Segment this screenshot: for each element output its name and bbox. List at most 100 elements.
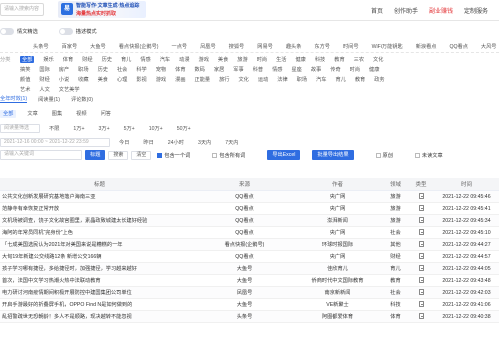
category-item[interactable]: 文艺美学 <box>59 86 80 93</box>
category-item[interactable]: 宠物 <box>156 66 166 73</box>
row-title[interactable]: 大旬19年新建公交线路12条 新增公交166辆 <box>0 253 197 260</box>
category-item[interactable]: 历史 <box>98 66 108 73</box>
category-item[interactable]: 生活 <box>276 56 286 63</box>
table-row[interactable]: 公共文化创新发展研究基地落户海南三亚 QQ看点 央广网 旅游 2021-12-22 09… <box>0 191 499 203</box>
category-item[interactable]: 职场 <box>297 76 307 83</box>
row-title[interactable]: 开启手游最好的折叠屏手机，OPPO Find N是如何做到的 <box>0 301 197 308</box>
search-input[interactable]: 请输入搜索内容 <box>0 3 44 16</box>
describe-toggle[interactable] <box>58 28 73 35</box>
table-row[interactable]: 孩子学习哪有捷径，多给捷径时，加强捷径，学习越来越好 大鱼号 佳欣育儿 育儿 2021-… <box>0 263 499 275</box>
export-excel-button[interactable]: 导出Excel <box>267 150 301 160</box>
table-row[interactable]: 大旬19年新建公交线路12条 新增公交166辆 QQ看点 央广网 财经 2021-12-… <box>0 251 499 263</box>
table-row[interactable]: 乱招警疏世无恐朝龄！多人不是顺路，现决越转不能忽视 头条号 阿图都爱体育 体育 2021… <box>0 311 499 323</box>
category-item[interactable]: 一点号 <box>172 43 188 50</box>
ad-banner[interactable]: 易 智能写作·文章生成·热点追踪 海量热点实时抓取 <box>58 1 146 18</box>
category-item[interactable]: 搜狐号 <box>229 43 245 50</box>
category-item[interactable]: 趣头条 <box>286 43 302 50</box>
category-item[interactable]: 新浪看点 <box>416 43 437 50</box>
category-item[interactable]: 文化 <box>238 76 248 83</box>
nav-side-income[interactable]: 副业赚钱 <box>429 6 453 15</box>
row-title[interactable]: 首次，法国中文学习热潮火热中法联动教育 <box>0 277 197 284</box>
date-chip[interactable]: 24小时 <box>165 139 187 147</box>
search-button[interactable]: 搜索 <box>108 150 129 160</box>
category-item[interactable]: 人文 <box>39 86 49 93</box>
nav-home[interactable]: 首页 <box>371 6 383 15</box>
category-item[interactable]: 凤凰号 <box>200 43 216 50</box>
keyword-input[interactable]: 请输入关键词 <box>0 150 82 160</box>
read-count-chip[interactable]: 50万+ <box>174 125 194 133</box>
row-title[interactable]: 公共文化创新发展研究基地落户海南三亚 <box>0 193 197 200</box>
row-title[interactable]: 海阿的年常员同机“完身份”上色 <box>0 229 197 236</box>
category-item[interactable]: 旅游 <box>237 56 247 63</box>
category-item[interactable]: 职场 <box>78 66 88 73</box>
category-item[interactable]: 科普 <box>253 66 263 73</box>
date-chip[interactable]: 昨日 <box>140 139 156 147</box>
category-item[interactable]: 传奇 <box>330 66 340 73</box>
read-count-chip[interactable]: 1万+ <box>70 125 87 133</box>
category-item[interactable]: 正能量 <box>195 76 211 83</box>
category-item[interactable]: 数码 <box>195 66 205 73</box>
category-item[interactable]: 房产 <box>59 66 69 73</box>
category-item[interactable]: 体育 <box>63 56 73 63</box>
table-row[interactable]: 开启手游最好的折叠屏手机，OPPO Find N是如何做到的 大鱼号 VE新聚士 科技… <box>0 299 499 311</box>
category-item[interactable]: 国际 <box>39 66 49 73</box>
select-toggle[interactable] <box>0 28 14 35</box>
category-item[interactable]: 心理 <box>117 76 127 83</box>
category-item[interactable]: 育儿 <box>121 56 131 63</box>
tab-2[interactable]: 评论数(0) <box>71 96 93 103</box>
row-title[interactable]: 孩子学习哪有捷径，多给捷径时，加强捷径，学习越来越好 <box>0 265 197 272</box>
category-item[interactable]: 漫画 <box>175 76 185 83</box>
row-title[interactable]: 电力研讨河南疫情期间积极开展防控中建国集团公司单位 <box>0 289 197 296</box>
nav-creator[interactable]: 创作助手 <box>394 6 418 15</box>
category-item[interactable]: 游戏 <box>199 56 209 63</box>
category-item[interactable]: 社会 <box>117 66 127 73</box>
category-item[interactable]: 育儿 <box>335 76 345 83</box>
category-item[interactable]: 游戏 <box>156 76 166 83</box>
category-item[interactable]: 汽车 <box>316 76 326 83</box>
category-item[interactable]: 小说 <box>59 76 69 83</box>
table-row[interactable]: 范静寺有幸恢复正常开放 QQ看点 央广网 旅游 2021-12-22 09:45:41 <box>0 203 499 215</box>
category-item[interactable]: 健康 <box>369 66 379 73</box>
batch-export-button[interactable]: 批量导出结果 <box>312 150 354 160</box>
date-range-input[interactable]: 2021-12-16 00:00 ~ 2021-12-22 23:59 <box>0 138 110 147</box>
contains-all-checkbox[interactable] <box>212 152 218 158</box>
tab-0[interactable]: 全年时效(1) <box>0 95 28 103</box>
category-item[interactable]: 看点快报(企鹅号) <box>119 43 159 50</box>
category-item[interactable]: 三农 <box>354 56 364 63</box>
category-item[interactable]: 娱乐 <box>43 56 53 63</box>
category-item[interactable]: 东方号 <box>314 43 330 50</box>
category-item[interactable]: 旅行 <box>219 76 229 83</box>
unread-checkbox[interactable] <box>414 152 420 158</box>
category-item[interactable]: 收藏 <box>78 76 88 83</box>
category-item[interactable]: 时尚 <box>257 56 267 63</box>
category-item[interactable]: 情感 <box>140 56 150 63</box>
clear-button[interactable]: 清空 <box>131 150 152 160</box>
title-search-button[interactable]: 标题 <box>85 150 106 160</box>
table-row[interactable]: 首次，法国中文学习热潮火热中法联动教育 大鱼号 侨商时代中文国际教育 教育 2021-1… <box>0 275 499 287</box>
category-item[interactable]: WiFi万能钥匙 <box>372 43 403 50</box>
category-item[interactable]: 故事 <box>311 66 321 73</box>
original-checkbox[interactable] <box>375 152 381 158</box>
content-type-chip[interactable]: 全部 <box>0 110 17 118</box>
category-item[interactable]: 政务 <box>374 76 384 83</box>
category-item[interactable]: 财经 <box>82 56 92 63</box>
category-item[interactable]: 颜值 <box>20 76 30 83</box>
nav-custom-service[interactable]: 定制服务 <box>464 6 488 15</box>
content-type-chip[interactable]: 文章 <box>24 110 40 118</box>
row-title[interactable]: 范静寺有幸恢复正常开放 <box>0 205 197 212</box>
category-item[interactable]: 军事 <box>233 66 243 73</box>
row-title[interactable]: 「七成美国选民认为2021年对美国来说是糟糕的一年 <box>0 241 197 248</box>
category-item[interactable]: 财经 <box>39 76 49 83</box>
read-count-chip[interactable]: 10万+ <box>146 125 166 133</box>
category-item[interactable]: 科技 <box>315 56 325 63</box>
table-row[interactable]: 海阿的年常员同机“完身份”上色 QQ看点 央广网 社会 2021-12-22 09:45… <box>0 227 499 239</box>
table-row[interactable]: 电力研讨河南疫情期间积极开展防控中建国集团公司单位 凤凰号 南京新新闻 社会 2021-… <box>0 287 499 299</box>
category-item[interactable]: 家居 <box>214 66 224 73</box>
category-item[interactable]: 美食 <box>218 56 228 63</box>
category-item[interactable]: 情感 <box>272 66 282 73</box>
tab-1[interactable]: 阅读量(1) <box>38 96 60 103</box>
category-item[interactable]: 网易号 <box>257 43 273 50</box>
category-item[interactable]: 全部 <box>20 56 35 63</box>
category-item[interactable]: 历史 <box>102 56 112 63</box>
table-row[interactable]: 「七成美国选民认为2021年对美国来说是糟糕的一年 看点快报(企鹅号) 环球时报国际… <box>0 239 499 251</box>
